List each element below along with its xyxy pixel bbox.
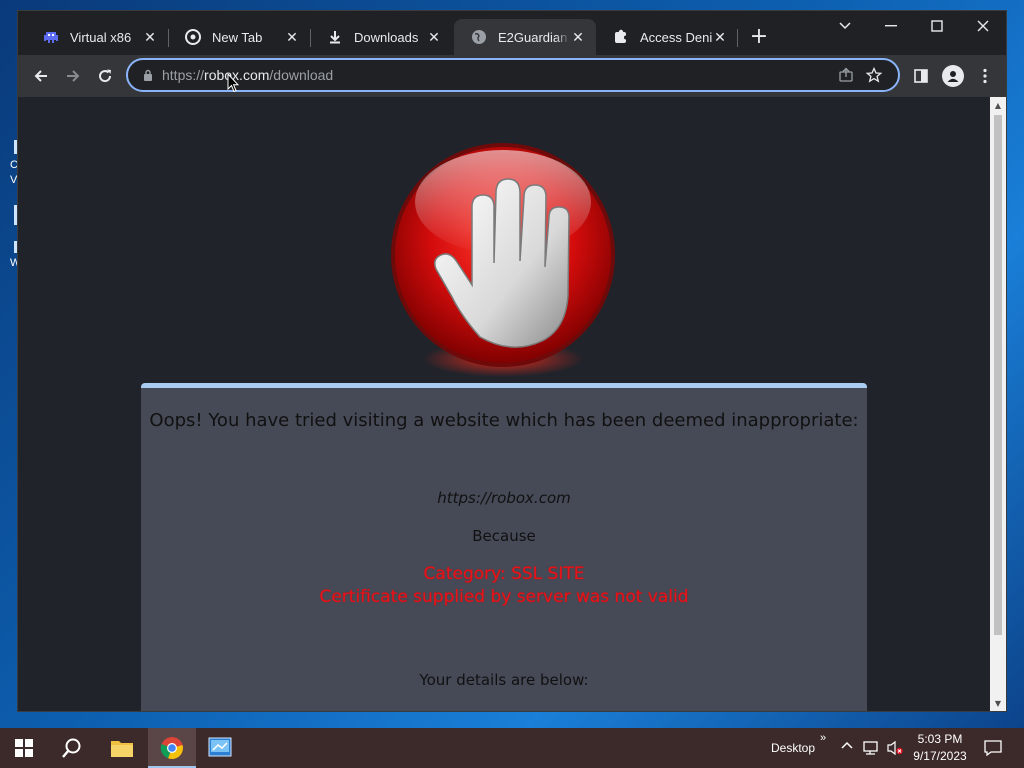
control-panel-icon[interactable] [196, 728, 244, 768]
search-button[interactable] [48, 728, 96, 768]
network-icon[interactable] [862, 740, 880, 759]
tab-access-denied[interactable]: Access Denied ✕ [596, 19, 738, 55]
address-bar[interactable]: https://robox.com/download [126, 58, 900, 92]
share-icon[interactable] [832, 61, 860, 89]
pixel-invader-icon [42, 28, 60, 46]
globe-icon [470, 28, 488, 46]
block-title: Oops! You have tried visiting a website … [149, 410, 859, 431]
tab-label: New Tab [212, 29, 263, 45]
url-text[interactable]: https://robox.com/download [162, 67, 832, 83]
new-tab-button[interactable]: + [746, 25, 772, 51]
taskbar: Desktop » 5:03 PM 9/17/2023 [0, 728, 1024, 768]
bookmark-star-icon[interactable] [860, 61, 888, 89]
block-category: Category: SSL SITE [423, 564, 585, 584]
system-clock[interactable]: 5:03 PM 9/17/2023 [900, 731, 980, 765]
profile-button[interactable] [938, 61, 968, 91]
block-reason-detail: Certificate supplied by server was not v… [319, 587, 689, 607]
close-window-button[interactable] [960, 11, 1006, 41]
tab-label: Access Denied [640, 29, 712, 45]
avatar [942, 65, 964, 87]
tab-virtual-x86[interactable]: Virtual x86 ✕ [26, 19, 168, 55]
tab-label: Virtual x86 [70, 29, 132, 45]
block-message-panel: Oops! You have tried visiting a website … [141, 383, 867, 711]
tab-e2guardian[interactable]: E2Guardian - A ✕ [454, 19, 596, 55]
start-button[interactable] [0, 728, 48, 768]
back-button[interactable] [26, 61, 56, 91]
puzzle-icon [612, 28, 630, 46]
browser-window: Virtual x86 ✕ New Tab ✕ Downloads ✕ E2Gu… [17, 10, 1007, 712]
download-icon [326, 28, 344, 46]
lock-icon[interactable] [140, 67, 156, 83]
close-icon[interactable]: ✕ [142, 29, 158, 45]
browser-toolbar: https://robox.com/download [18, 55, 1006, 97]
stop-hand-icon [388, 137, 618, 387]
tab-label: E2Guardian - A [498, 29, 570, 45]
menu-kebab-icon[interactable] [970, 61, 1000, 91]
clock-date: 9/17/2023 [913, 749, 967, 763]
chevron-up-icon[interactable] [840, 738, 854, 755]
tab-label: Downloads [354, 29, 419, 45]
blocked-url: https://robox.com [437, 489, 571, 507]
side-panel-button[interactable] [906, 61, 936, 91]
scrollbar-thumb[interactable] [994, 115, 1002, 635]
tab-new-tab[interactable]: New Tab ✕ [168, 19, 310, 55]
forward-button[interactable] [58, 61, 88, 91]
scroll-down-icon[interactable]: ▼ [990, 695, 1006, 711]
tab-bar: Virtual x86 ✕ New Tab ✕ Downloads ✕ E2Gu… [18, 11, 1006, 59]
maximize-button[interactable] [914, 11, 960, 41]
close-icon[interactable]: ✕ [426, 29, 442, 45]
mouse-cursor-icon [227, 72, 240, 93]
clock-time: 5:03 PM [917, 732, 963, 746]
scroll-up-icon[interactable]: ▲ [990, 97, 1006, 113]
notifications-icon[interactable] [978, 728, 1008, 768]
details-heading: Your details are below: [419, 671, 589, 689]
close-icon[interactable]: ✕ [712, 29, 728, 45]
minimize-button[interactable] [868, 11, 914, 41]
close-icon[interactable]: ✕ [284, 29, 300, 45]
chrome-icon [184, 28, 202, 46]
close-icon[interactable]: ✕ [570, 29, 586, 45]
reload-button[interactable] [90, 61, 120, 91]
tab-downloads[interactable]: Downloads ✕ [310, 19, 452, 55]
page-scrollbar[interactable]: ▲ ▼ [990, 97, 1006, 711]
desktop-toolbar-label[interactable]: Desktop [771, 741, 815, 755]
page-viewport: Oops! You have tried visiting a website … [18, 97, 990, 711]
file-explorer-icon[interactable] [98, 728, 146, 768]
because-label: Because [472, 527, 536, 545]
chevron-double-right-icon[interactable]: » [820, 732, 826, 744]
tab-search-button[interactable] [822, 11, 868, 41]
chrome-taskbar-icon[interactable] [148, 728, 196, 768]
